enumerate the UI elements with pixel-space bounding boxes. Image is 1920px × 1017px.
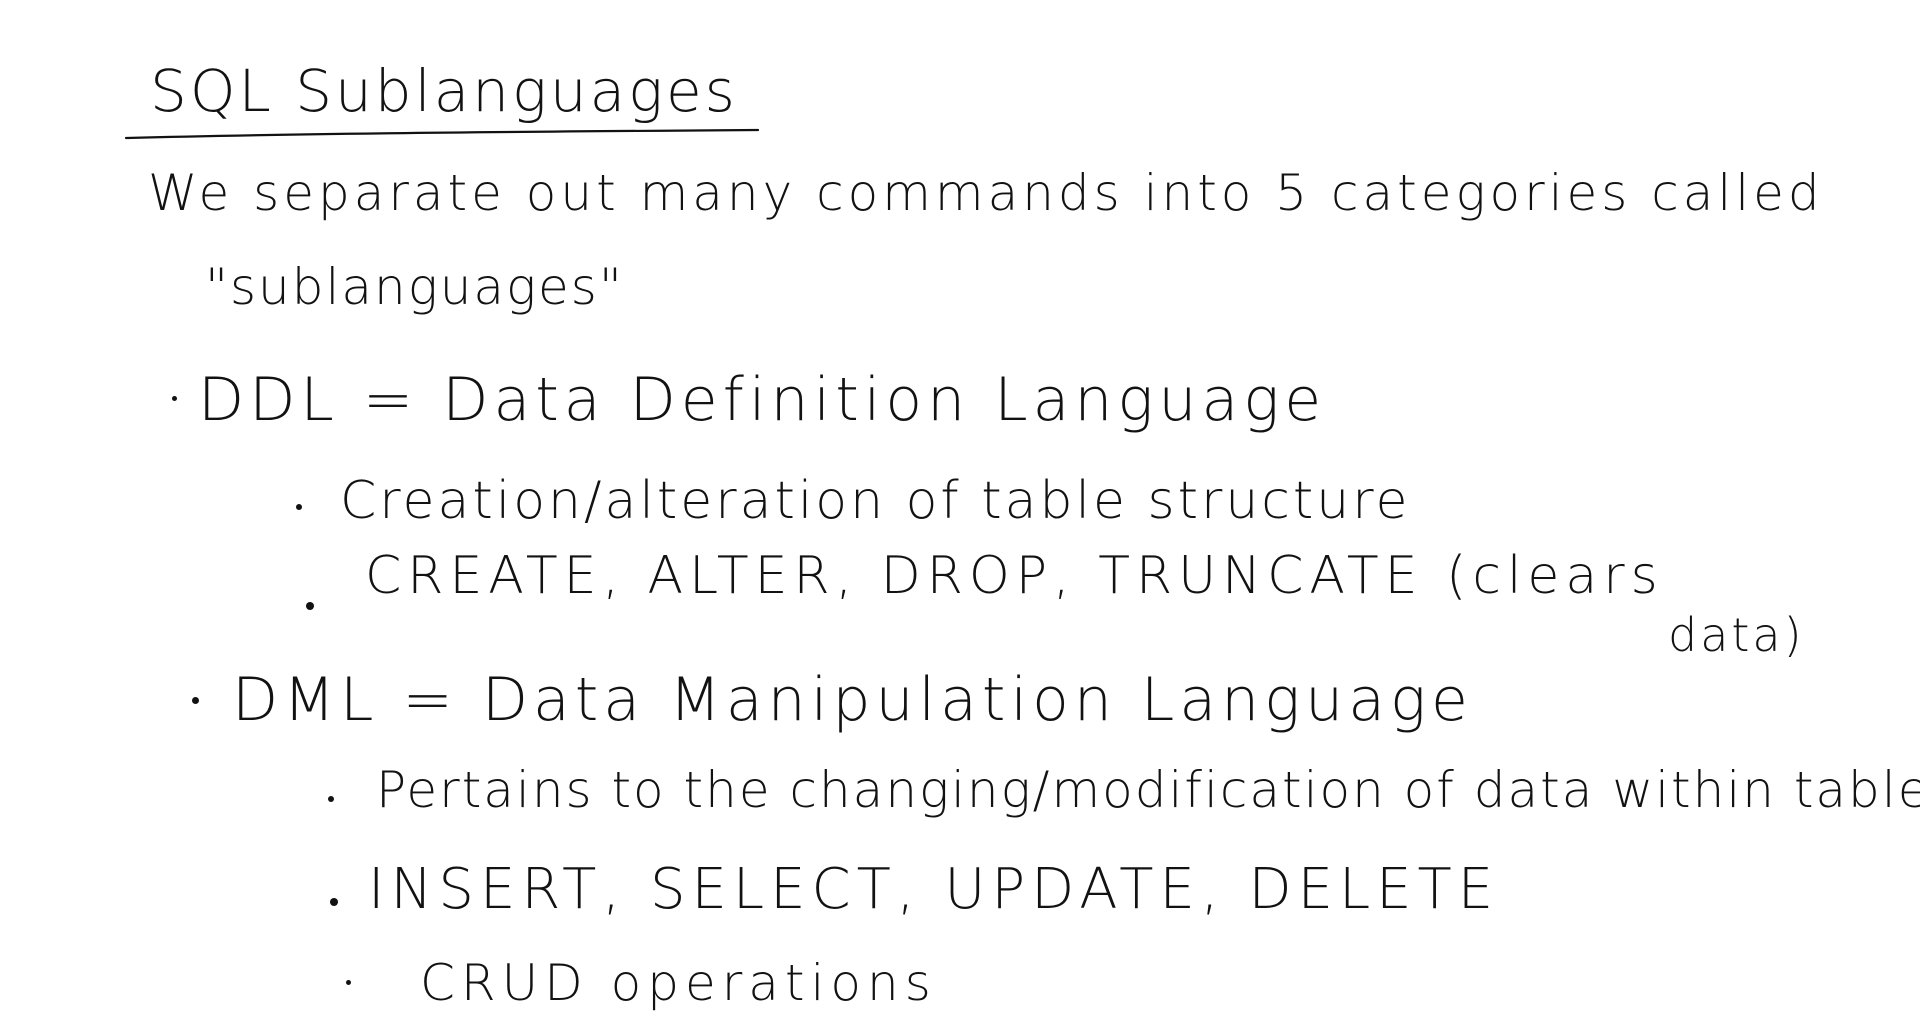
ddl-bullet [172, 396, 177, 401]
dml-point-3-bullet [346, 980, 351, 985]
ddl-heading: DDL = Data Definition Language [198, 365, 1327, 435]
ddl-point-2-bullet [306, 602, 314, 610]
intro-line-2: "sublanguages" [205, 258, 624, 316]
ddl-point-2-continued: data) [1668, 608, 1805, 662]
dml-point-1-bullet [328, 796, 334, 802]
title-underline [124, 128, 760, 140]
ddl-point-1-bullet [296, 504, 302, 510]
ddl-point-2: CREATE, ALTER, DROP, TRUNCATE (clears [365, 546, 1664, 606]
dml-point-2-bullet [330, 898, 338, 906]
dml-bullet [192, 697, 199, 704]
intro-line-1: We separate out many commands into 5 cat… [148, 164, 1824, 222]
ddl-point-1: Creation/alteration of table structure [340, 471, 1411, 531]
dml-point-3: CRUD operations [420, 954, 937, 1012]
dml-point-2: INSERT, SELECT, UPDATE, DELETE [368, 857, 1500, 922]
dml-heading: DML = Data Manipulation Language [232, 665, 1473, 735]
dml-point-1: Pertains to the changing/modification of… [376, 761, 1920, 819]
handwritten-notes-canvas: SQL Sublanguages We separate out many co… [0, 0, 1920, 1017]
page-title: SQL Sublanguages [150, 57, 738, 125]
